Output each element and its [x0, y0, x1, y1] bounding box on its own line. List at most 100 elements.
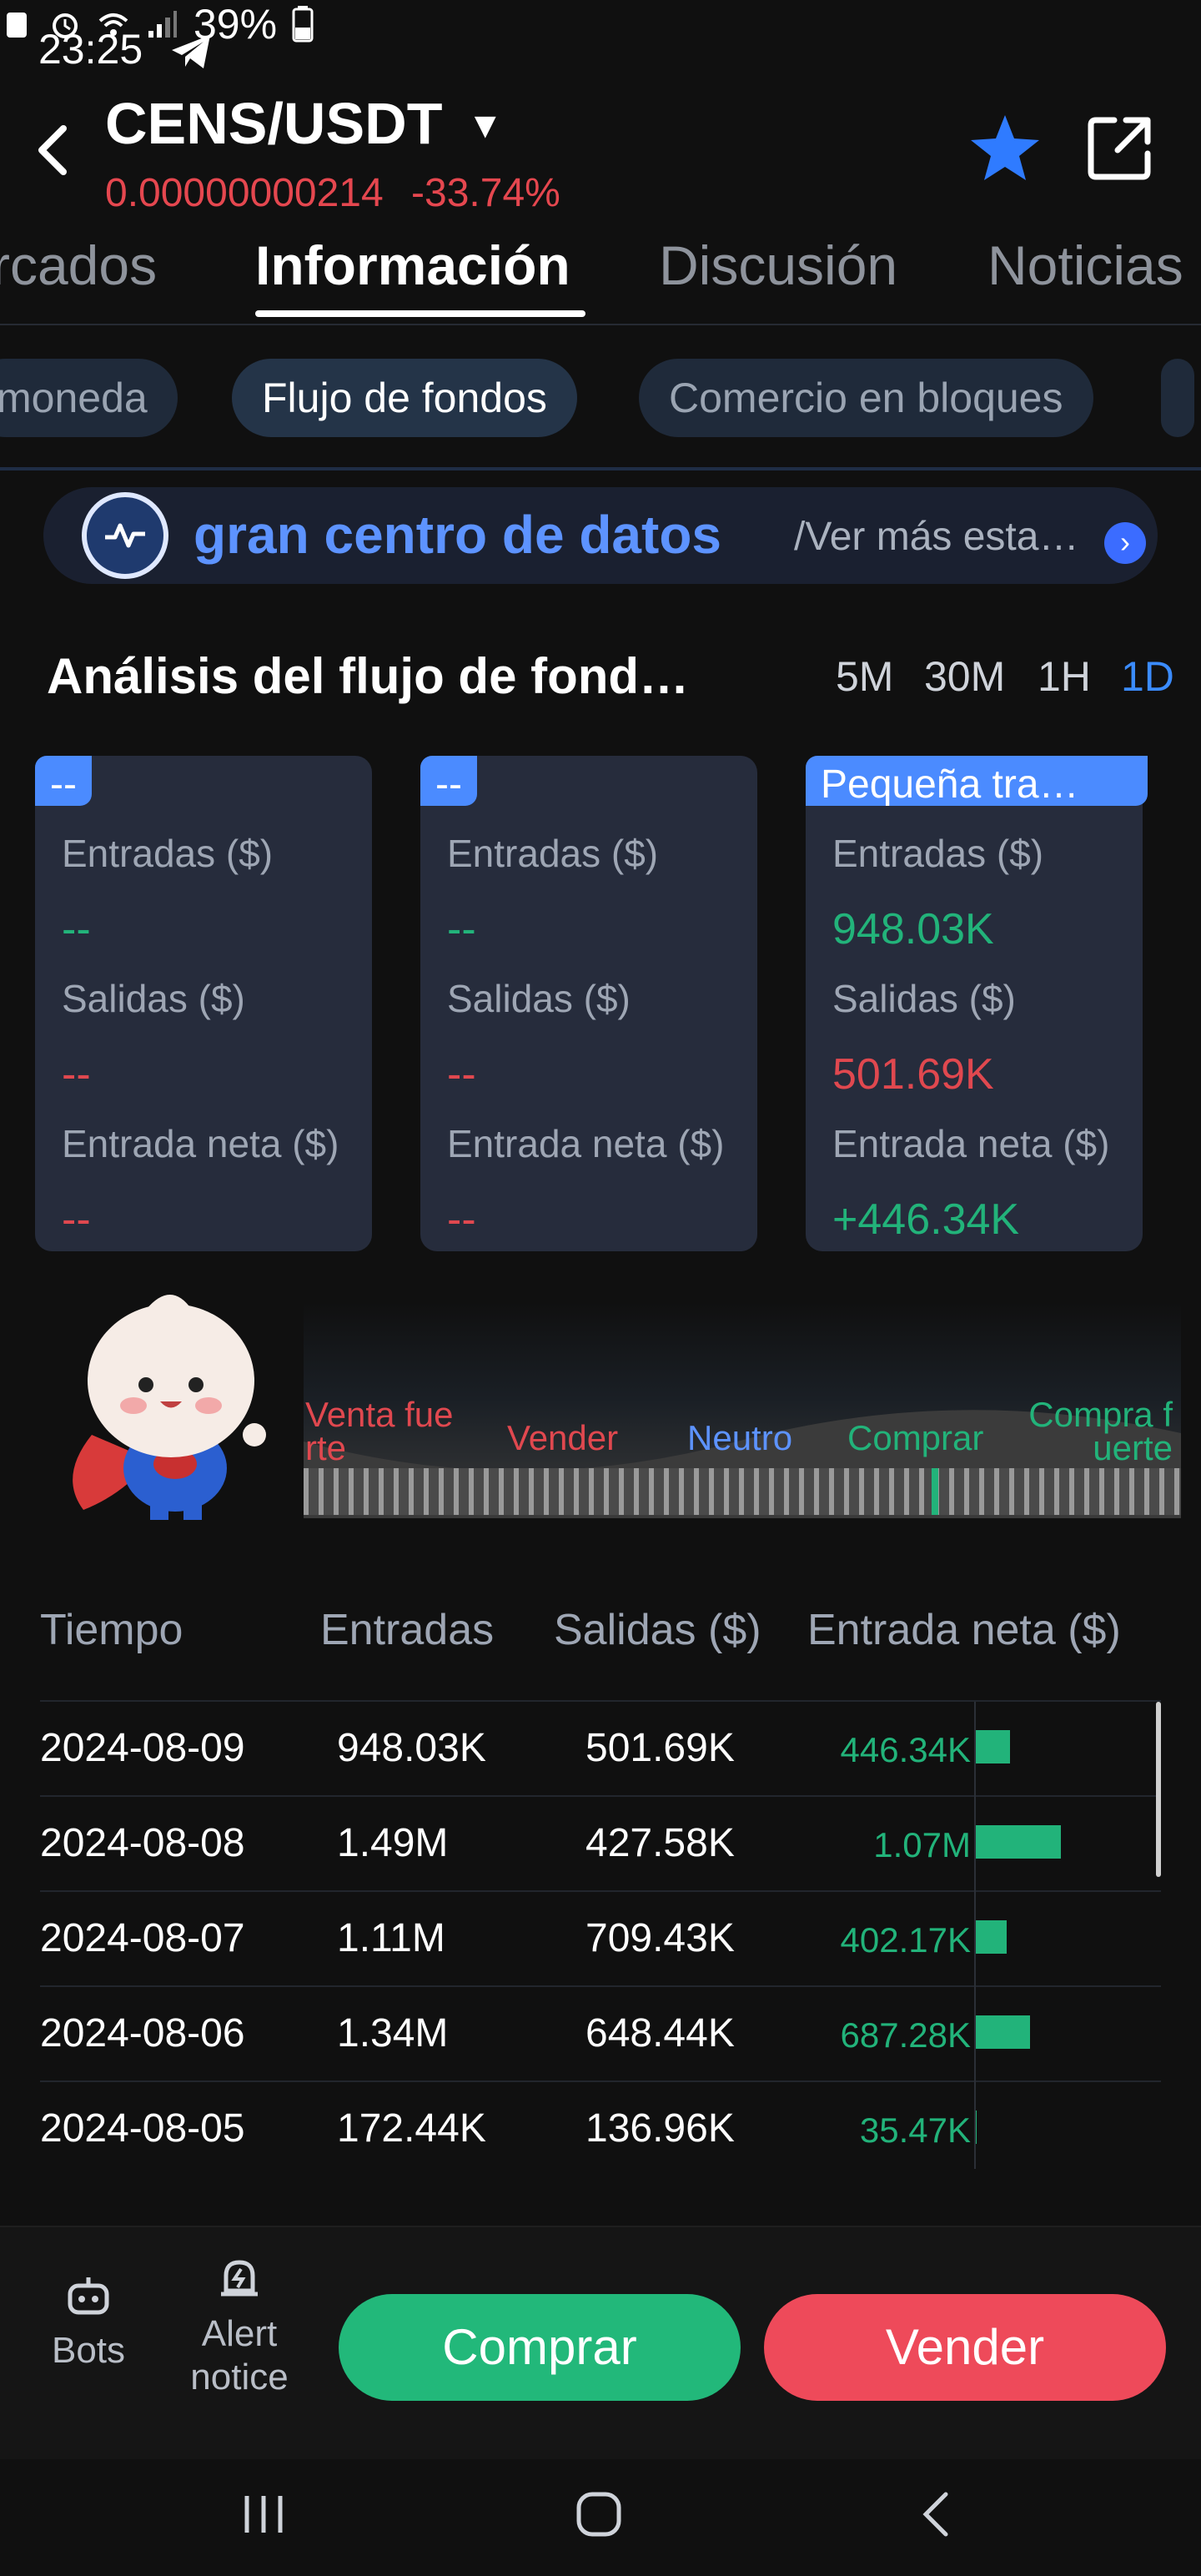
- status-time: 23:25: [38, 26, 143, 73]
- table-row: 2024-08-08 1.49M 427.58K 1.07M: [40, 1795, 1161, 1892]
- inflow-label: Entradas ($): [447, 832, 659, 875]
- chip-more[interactable]: [1161, 359, 1194, 437]
- flow-card: Pequeña tra… Entradas ($) 948.03K Salida…: [806, 756, 1148, 1251]
- neutral-label: Neutro: [687, 1418, 793, 1457]
- netflow-label: Entrada neta ($): [832, 1122, 1110, 1165]
- pair-dropdown-icon[interactable]: ▼: [467, 105, 504, 147]
- row-netflow: 687.28K: [840, 2015, 971, 2055]
- table-scrollbar[interactable]: [1156, 1702, 1161, 1877]
- inflow-label: Entradas ($): [832, 832, 1044, 875]
- bottom-action-bar: Bots Alert notice Comprar Vender: [0, 2226, 1201, 2461]
- card-tag: Pequeña tra…: [806, 756, 1148, 806]
- period-5m[interactable]: 5M: [836, 652, 893, 701]
- buy-label: Comprar: [847, 1418, 984, 1457]
- outflow-label: Salidas ($): [447, 977, 631, 1020]
- outflow-label: Salidas ($): [832, 977, 1016, 1020]
- net-axis: [974, 1702, 976, 2169]
- inflow-value: --: [447, 905, 476, 953]
- data-center-logo: [82, 492, 168, 579]
- period-30m[interactable]: 30M: [924, 652, 1005, 701]
- tab-mercados[interactable]: rcados: [0, 234, 157, 297]
- activity-icon: [105, 523, 145, 548]
- chip-comercio-en-bloques[interactable]: Comercio en bloques: [639, 359, 1093, 437]
- buy-button[interactable]: Comprar: [339, 2294, 741, 2401]
- card-tag: --: [420, 756, 477, 806]
- outflow-value: 501.69K: [832, 1050, 994, 1099]
- row-date: 2024-08-05: [40, 2106, 245, 2151]
- sell-button[interactable]: Vender: [764, 2294, 1166, 2401]
- fund-flow-analysis-title: Análisis del flujo de fond…: [47, 648, 690, 704]
- data-center-banner[interactable]: gran centro de datos /Ver más estad… ›: [43, 487, 1158, 584]
- row-outflow: 427.58K: [585, 1821, 735, 1865]
- last-price: 0.00000000214: [105, 171, 384, 215]
- system-navigation: [0, 2459, 1201, 2576]
- col-header-outflow: Salidas ($): [554, 1606, 761, 1654]
- sentiment-bar: [304, 1468, 1181, 1515]
- banner-more-link[interactable]: /Ver más estad…: [794, 514, 1094, 560]
- row-inflow: 1.34M: [337, 2011, 449, 2055]
- chip-moneda[interactable]: moneda: [0, 359, 178, 437]
- strong-buy-label: Compra f uerte: [1028, 1395, 1173, 1467]
- mascot-image: [73, 1295, 266, 1520]
- sell-label: Vender: [507, 1418, 619, 1457]
- sub-tabs: moneda Flujo de fondos Comercio en bloqu…: [0, 359, 1201, 445]
- divider: [0, 467, 1201, 470]
- netflow-bar: [974, 1825, 1061, 1859]
- netflow-value: --: [447, 1195, 476, 1244]
- row-outflow: 136.96K: [585, 2106, 735, 2151]
- back-icon[interactable]: [25, 117, 83, 184]
- tab-discusion[interactable]: Discusión: [659, 234, 897, 297]
- favorite-star-icon[interactable]: [967, 110, 1043, 185]
- chevron-right-icon[interactable]: ›: [1104, 522, 1146, 564]
- bots-label: Bots: [51, 2330, 126, 2371]
- row-netflow: 1.07M: [873, 1825, 971, 1864]
- row-date: 2024-08-09: [40, 1726, 245, 1770]
- row-date: 2024-08-07: [40, 1916, 245, 1960]
- status-bar: 23:25 39%: [0, 0, 1201, 100]
- home-icon[interactable]: [574, 2489, 624, 2539]
- strong-sell-label: Venta fue rte: [305, 1395, 454, 1467]
- flow-card: -- Entradas ($) -- Salidas ($) -- Entrad…: [420, 756, 757, 1251]
- flow-card: -- Entradas ($) -- Salidas ($) -- Entrad…: [35, 756, 372, 1251]
- telegram-icon: [172, 35, 210, 68]
- period-1h[interactable]: 1H: [1038, 652, 1091, 701]
- share-icon[interactable]: [1084, 112, 1156, 184]
- inflow-value: --: [62, 905, 91, 953]
- robot-icon: [68, 2277, 109, 2315]
- table-row: 2024-08-09 948.03K 501.69K 446.34K: [40, 1700, 1161, 1797]
- card-tag: --: [35, 756, 92, 806]
- main-tabs: rcados Información Discusión Noticias: [0, 217, 1201, 325]
- row-outflow: 648.44K: [585, 2011, 735, 2055]
- bots-nav[interactable]: Bots: [47, 2274, 130, 2372]
- battery-saver-icon: [7, 13, 27, 38]
- battery-icon: [292, 6, 314, 43]
- pair-title[interactable]: CENS/USDT: [105, 90, 442, 157]
- inflow-label: Entradas ($): [62, 832, 274, 875]
- row-inflow: 1.11M: [337, 1916, 445, 1960]
- col-header-inflow: Entradas: [320, 1606, 495, 1654]
- tab-informacion[interactable]: Información: [255, 234, 570, 297]
- row-outflow: 709.43K: [585, 1916, 735, 1960]
- recent-apps-icon[interactable]: [239, 2489, 289, 2539]
- chip-flujo-de-fondos[interactable]: Flujo de fondos: [232, 359, 577, 437]
- row-inflow: 1.49M: [337, 1821, 449, 1865]
- row-netflow: 35.47K: [859, 2111, 971, 2150]
- row-inflow: 948.03K: [337, 1726, 486, 1770]
- row-date: 2024-08-06: [40, 2011, 245, 2055]
- tab-noticias[interactable]: Noticias: [987, 234, 1183, 297]
- sentiment-marker: [932, 1468, 939, 1515]
- netflow-label: Entrada neta ($): [62, 1122, 339, 1165]
- row-netflow: 446.34K: [840, 1730, 971, 1769]
- row-date: 2024-08-08: [40, 1821, 245, 1865]
- netflow-bar: [974, 1730, 1011, 1763]
- netflow-label: Entrada neta ($): [447, 1122, 725, 1165]
- table-row: 2024-08-05 172.44K 136.96K 35.47K: [40, 2080, 1161, 2177]
- system-back-icon[interactable]: [912, 2489, 962, 2539]
- alert-nav[interactable]: Alert notice: [177, 2252, 302, 2399]
- table-row: 2024-08-06 1.34M 648.44K 687.28K: [40, 1985, 1161, 2082]
- period-1d[interactable]: 1D: [1121, 652, 1174, 701]
- alert-icon: [221, 2260, 258, 2297]
- netflow-bar: [974, 2015, 1030, 2049]
- price-line: 0.00000000214 -33.74%: [105, 170, 639, 215]
- netflow-bar: [974, 1920, 1008, 1954]
